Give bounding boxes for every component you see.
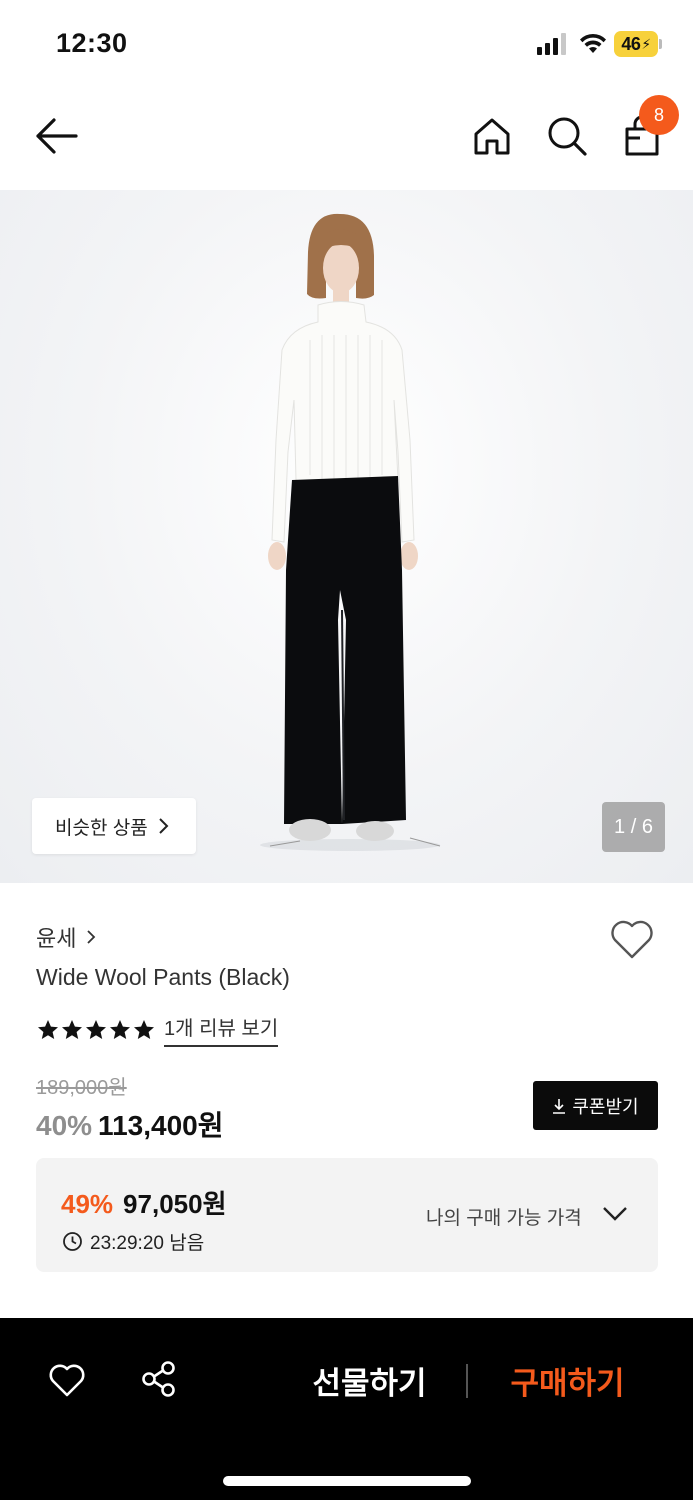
search-icon[interactable] (545, 114, 589, 158)
signal-icon (537, 33, 566, 55)
home-icon[interactable] (470, 114, 514, 158)
star-icon (62, 1019, 82, 1039)
star-icon (134, 1019, 154, 1039)
status-time: 12:30 (56, 28, 128, 58)
wifi-icon (580, 33, 606, 53)
star-icon (110, 1019, 130, 1039)
heart-icon[interactable] (48, 1362, 86, 1398)
discount-rate: 40% (36, 1110, 93, 1141)
best-discount-rate: 49% (61, 1189, 114, 1219)
clock-icon (63, 1232, 82, 1251)
sale-price: 113,400원 (98, 1110, 224, 1141)
brand-link[interactable]: 윤세 (36, 921, 96, 953)
timer-text: 23:29:20 남음 (90, 1233, 205, 1254)
review-link[interactable]: 1개 리뷰 보기 (164, 1012, 279, 1047)
battery-icon: 46 ⚡ (614, 31, 658, 57)
product-title: Wide Wool Pants (Black) (36, 964, 290, 990)
home-indicator (223, 1476, 471, 1486)
gift-button[interactable]: 선물하기 (292, 1358, 447, 1402)
star-rating (36, 1018, 156, 1042)
product-photo-model (260, 213, 441, 851)
bottom-action-bar: 선물하기 구매하기 (0, 1318, 693, 1500)
download-icon (553, 1098, 566, 1114)
similar-products-button[interactable]: 비슷한 상품 (32, 798, 196, 854)
best-price-box[interactable]: 49% 97,050원 23:29:20 남음 나의 구매 가능 가격 (36, 1158, 658, 1272)
rating-row: 1개 리뷰 보기 (36, 1012, 279, 1047)
product-image-gallery[interactable]: 비슷한 상품 1 / 6 (0, 190, 693, 883)
similar-products-label: 비슷한 상품 (55, 817, 148, 839)
chevron-right-icon (158, 818, 169, 834)
chevron-right-icon (87, 930, 96, 944)
back-arrow-icon[interactable] (34, 116, 80, 156)
star-icon (86, 1019, 106, 1039)
top-nav-bar (0, 88, 693, 190)
share-icon[interactable] (140, 1360, 178, 1398)
countdown-timer: 23:29:20 남음 (62, 1228, 204, 1255)
available-price-label: 나의 구매 가능 가격 (426, 1208, 582, 1229)
original-price: 189,000원 (36, 1077, 127, 1099)
heart-icon[interactable] (609, 918, 655, 960)
chevron-down-icon (603, 1207, 627, 1221)
battery-nub (659, 39, 662, 49)
cart-count-badge: 8 (639, 95, 679, 135)
brand-name: 윤세 (36, 926, 77, 951)
battery-level: 46 (621, 33, 641, 54)
status-bar: 12:30 46 ⚡ (0, 0, 693, 88)
coupon-label: 쿠폰받기 (572, 1096, 639, 1117)
price-row: 40% 113,400원 (36, 1104, 223, 1144)
divider (466, 1364, 468, 1398)
best-price-row: 49% 97,050원 (61, 1184, 227, 1221)
image-page-counter: 1 / 6 (602, 802, 665, 852)
star-icon (38, 1019, 58, 1039)
buy-button[interactable]: 구매하기 (490, 1358, 645, 1402)
best-price: 97,050원 (123, 1189, 227, 1219)
coupon-button[interactable]: 쿠폰받기 (533, 1081, 658, 1130)
